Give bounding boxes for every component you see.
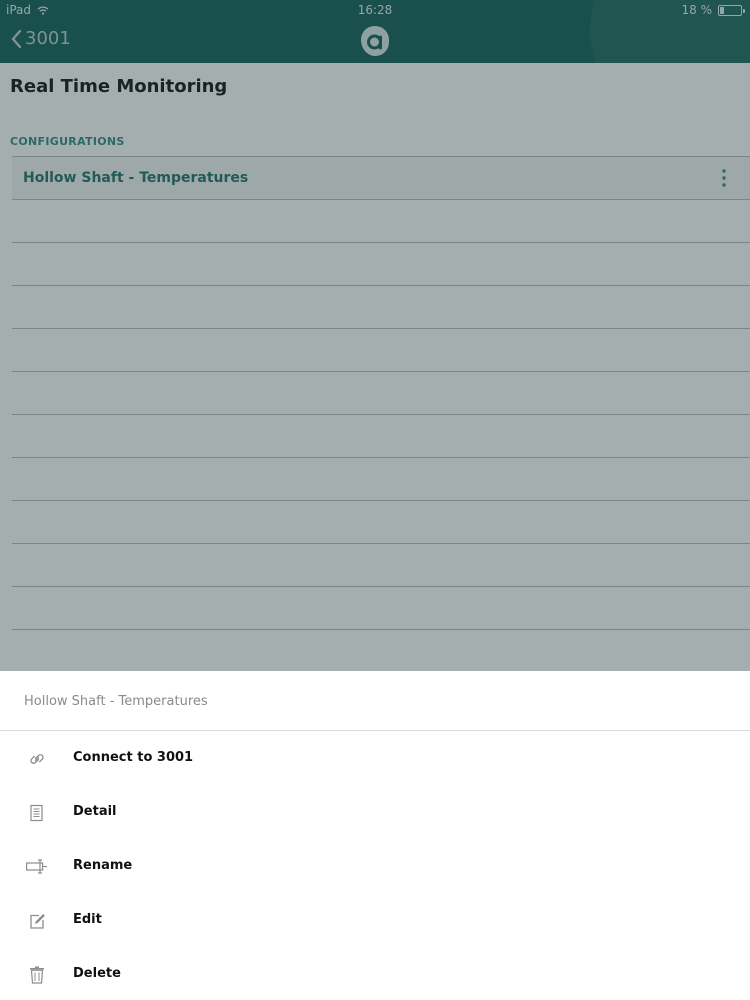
connect-button[interactable]: Connect to 3001 — [0, 736, 750, 782]
connect-label: Connect to 3001 — [73, 750, 194, 765]
rename-button[interactable]: Rename — [0, 844, 750, 890]
edit-button[interactable]: Edit — [0, 898, 750, 944]
screen: Real Time Monitoring CONFIGURATIONS Holl… — [0, 0, 750, 1000]
edit-icon — [30, 914, 45, 929]
dim-overlay[interactable] — [0, 0, 750, 671]
action-sheet-title: Hollow Shaft - Temperatures — [24, 694, 208, 709]
action-sheet: Hollow Shaft - Temperatures Connect to 3… — [0, 671, 750, 1000]
detail-label: Detail — [73, 804, 117, 819]
document-icon — [30, 804, 43, 822]
link-icon — [30, 754, 44, 764]
edit-label: Edit — [73, 912, 102, 927]
delete-label: Delete — [73, 966, 121, 981]
divider — [0, 730, 750, 731]
detail-button[interactable]: Detail — [0, 790, 750, 836]
rename-label: Rename — [73, 858, 133, 873]
rename-icon — [26, 859, 47, 874]
trash-icon — [30, 966, 44, 984]
delete-button[interactable]: Delete — [0, 952, 750, 998]
